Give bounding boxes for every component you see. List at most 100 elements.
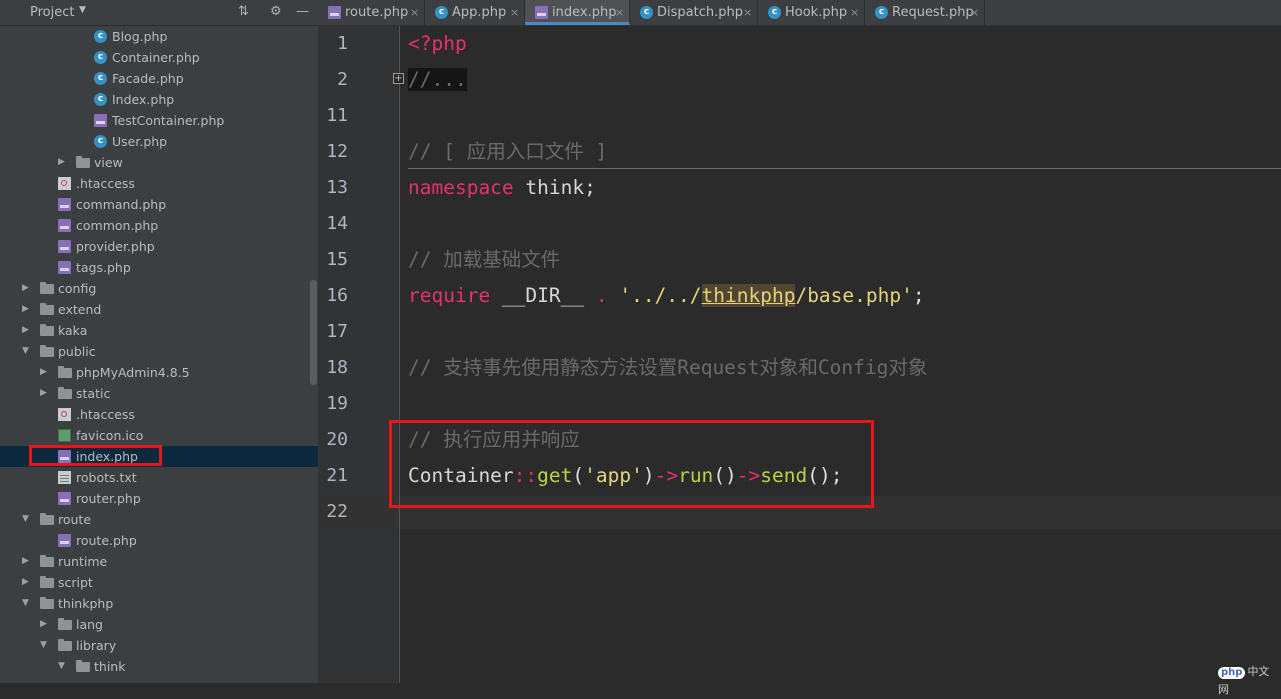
tree-item-label: library [76, 638, 117, 653]
tree-item-config[interactable]: ▶ config [0, 278, 318, 299]
collapsed-arrow-icon[interactable]: ▶ [22, 299, 32, 320]
tab-dispatch[interactable]: c Dispatch.php × [630, 0, 758, 25]
class-file-icon: c [640, 6, 653, 19]
collapse-all-icon[interactable]: ⇅ [238, 4, 249, 19]
expanded-arrow-icon[interactable]: ▼ [22, 341, 32, 362]
line-number: 21 [326, 465, 348, 486]
php-file-icon [58, 198, 71, 211]
tree-item-label: thinkphp [58, 596, 114, 611]
hide-panel-icon[interactable]: — [296, 4, 309, 19]
tab-route[interactable]: route.php × [318, 0, 425, 25]
tree-item-common-php[interactable]: common.php [0, 215, 318, 236]
expanded-arrow-icon[interactable]: ▼ [58, 656, 68, 677]
tree-item-label: runtime [58, 554, 108, 569]
tree-item-label: route [58, 512, 92, 527]
tree-item-provider-php[interactable]: provider.php [0, 236, 318, 257]
project-view-selector[interactable]: Project [30, 5, 74, 20]
collapsed-arrow-icon[interactable]: ▶ [22, 320, 32, 341]
tree-item-view[interactable]: ▶ view [0, 152, 318, 173]
tree-item-user-php[interactable]: c User.php [0, 131, 318, 152]
tree-item-script[interactable]: ▶ script [0, 572, 318, 593]
tree-item-label: TestContainer.php [112, 113, 225, 128]
tree-item-container-php[interactable]: c Container.php [0, 47, 318, 68]
collapsed-arrow-icon[interactable]: ▶ [22, 278, 32, 299]
tree-item-label: public [58, 344, 96, 359]
sidebar-header: Project ▼ ⇅ ⚙ — [0, 0, 318, 26]
tree-item-facade-php[interactable]: c Facade.php [0, 68, 318, 89]
tree-item-think[interactable]: ▼ think [0, 656, 318, 677]
collapsed-arrow-icon[interactable]: ▶ [40, 362, 50, 383]
line-number: 14 [326, 213, 348, 234]
folder-icon [76, 156, 90, 168]
tree-item-command-php[interactable]: command.php [0, 194, 318, 215]
tree-item-phpmyadmin4-8-5[interactable]: ▶ phpMyAdmin4.8.5 [0, 362, 318, 383]
tree-item-library[interactable]: ▼ library [0, 635, 318, 656]
code-line-16: require __DIR__ . '../../thinkphp/base.p… [408, 284, 925, 307]
folder-icon [76, 660, 90, 672]
code-line-13: namespace think; [408, 176, 596, 199]
class-file-icon: c [768, 6, 781, 19]
project-sidebar: Project ▼ ⇅ ⚙ — c Blog.php c Container.php c… [0, 0, 318, 683]
tree-item-kaka[interactable]: ▶ kaka [0, 320, 318, 341]
tree-item-testcontainer-php[interactable]: TestContainer.php [0, 110, 318, 131]
tree-item-lang[interactable]: ▶ lang [0, 614, 318, 635]
line-number: 18 [326, 357, 348, 378]
class-file-icon: c [94, 93, 107, 106]
tree-item-public[interactable]: ▼ public [0, 341, 318, 362]
close-icon[interactable]: × [615, 0, 624, 25]
chevron-down-icon[interactable]: ▼ [79, 5, 86, 15]
htaccess-file-icon [58, 177, 71, 190]
line-number: 2 [337, 69, 348, 90]
close-icon[interactable]: × [850, 0, 859, 25]
tab-label: index.php [552, 5, 617, 20]
tree-item-static[interactable]: ▶ static [0, 383, 318, 404]
code-line-15: // 加载基础文件 [408, 248, 561, 271]
tree-item-blog-php[interactable]: c Blog.php [0, 26, 318, 47]
expanded-arrow-icon[interactable]: ▼ [22, 509, 32, 530]
expanded-arrow-icon[interactable]: ▼ [22, 593, 32, 614]
code-line-2[interactable]: //... [408, 62, 467, 98]
text-file-icon [58, 471, 71, 484]
code-line-18: // 支持事先使用静态方法设置Request对象和Config对象 [408, 356, 928, 379]
close-icon[interactable]: × [410, 0, 419, 25]
class-file-icon: c [94, 72, 107, 85]
tree-item-router-php[interactable]: router.php [0, 488, 318, 509]
tree-item-label: script [58, 575, 93, 590]
collapsed-arrow-icon[interactable]: ▶ [22, 551, 32, 572]
tree-item-htaccess[interactable]: .htaccess [0, 404, 318, 425]
tree-item-robots-txt[interactable]: robots.txt [0, 467, 318, 488]
line-number: 11 [326, 105, 348, 126]
tab-label: route.php [345, 5, 409, 20]
sidebar-scrollbar[interactable] [310, 280, 317, 385]
tab-hook[interactable]: c Hook.php × [758, 0, 865, 25]
tree-item-tags-php[interactable]: tags.php [0, 257, 318, 278]
gutter-divider [399, 26, 400, 683]
tree-item-index-php[interactable]: c Index.php [0, 89, 318, 110]
tree-item-label: provider.php [76, 239, 155, 254]
tree-item-runtime[interactable]: ▶ runtime [0, 551, 318, 572]
gear-icon[interactable]: ⚙ [270, 4, 282, 19]
tab-request[interactable]: c Request.php × [865, 0, 985, 25]
expanded-arrow-icon[interactable]: ▼ [40, 635, 50, 656]
collapsed-arrow-icon[interactable]: ▶ [40, 614, 50, 635]
close-icon[interactable]: × [970, 0, 979, 25]
tab-app[interactable]: c App.php × [425, 0, 525, 25]
collapsed-arrow-icon[interactable]: ▶ [58, 152, 68, 173]
tree-item-route-php[interactable]: route.php [0, 530, 318, 551]
tree-item-favicon-ico[interactable]: favicon.ico [0, 425, 318, 446]
tree-item-thinkphp[interactable]: ▼ thinkphp [0, 593, 318, 614]
php-file-icon [94, 114, 107, 127]
collapsed-arrow-icon[interactable]: ▶ [40, 383, 50, 404]
tree-item-label: Index.php [112, 92, 175, 107]
close-icon[interactable]: × [510, 0, 519, 25]
tree-item-htaccess[interactable]: .htaccess [0, 173, 318, 194]
expand-fold-icon[interactable]: + [393, 73, 404, 84]
folder-icon [58, 366, 72, 378]
tab-index[interactable]: index.php × [525, 0, 630, 25]
folder-icon [58, 618, 72, 630]
close-icon[interactable]: × [743, 0, 752, 25]
tree-item-route[interactable]: ▼ route [0, 509, 318, 530]
tree-item-extend[interactable]: ▶ extend [0, 299, 318, 320]
tree-item-label: .htaccess [76, 176, 135, 191]
collapsed-arrow-icon[interactable]: ▶ [22, 572, 32, 593]
